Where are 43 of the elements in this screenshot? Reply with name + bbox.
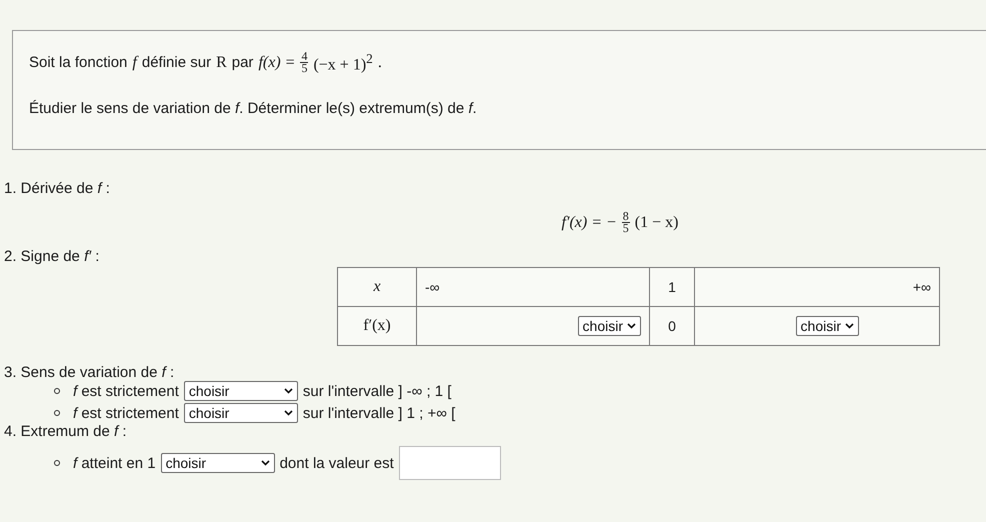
domain-symbol: R: [216, 54, 227, 72]
formula-text: (1 − x): [634, 214, 678, 232]
table-cell: 1: [668, 279, 676, 295]
choice-dropdown[interactable]: choisir: [160, 453, 275, 473]
answer-field[interactable]: [398, 446, 501, 480]
item-text: f est strictement: [73, 404, 179, 422]
caret-icon: [284, 410, 293, 416]
question-title: 1. Dérivée de f :: [4, 180, 110, 197]
statement-text: Soit la fonction: [29, 54, 128, 72]
fraction: 8 5: [622, 211, 630, 234]
bullet-icon: [54, 410, 60, 416]
formula-text: .: [378, 54, 382, 72]
question-title: 4. Extremum de f :: [4, 423, 127, 440]
caret-icon: [845, 323, 854, 329]
formula-text: f(x) =: [258, 54, 296, 72]
table-cell: x: [373, 278, 381, 295]
item-text: sur l'intervalle ] 1 ; +∞ [: [302, 404, 456, 422]
choice-dropdown[interactable]: choisir: [184, 381, 298, 401]
task-text: Étudier le sens de variation de f. Déterminer le(s) extremum(s) de f.: [29, 100, 477, 118]
table-cell: +∞: [912, 279, 931, 295]
caret-icon: [627, 323, 636, 329]
table-cell: f′(x): [363, 317, 391, 334]
choice-dropdown[interactable]: choisir: [796, 316, 859, 336]
question-title: 3. Sens de variation de f :: [4, 364, 174, 381]
statement-text: par: [232, 54, 254, 72]
item-text: dont la valeur est: [280, 454, 394, 472]
choice-dropdown[interactable]: choisir: [184, 403, 298, 423]
caret-icon: [260, 460, 270, 466]
formula-text: (−x + 1)$^{2}$: [313, 51, 373, 74]
table-cell: -∞: [425, 279, 440, 295]
fraction: 4 5: [300, 51, 308, 74]
caret-icon: [284, 388, 293, 394]
item-text: f atteint en 1: [73, 454, 156, 472]
choice-dropdown[interactable]: choisir: [578, 316, 641, 336]
function-symbol: f: [132, 54, 137, 72]
table-cell: 0: [668, 318, 676, 334]
statement-text: définie sur: [142, 54, 212, 72]
bullet-icon: [54, 388, 60, 394]
question-title: 2. Signe de f′ :: [4, 248, 100, 265]
formula-text: f′(x) = −: [562, 214, 617, 232]
item-text: sur l'intervalle ] -∞ ; 1 [: [302, 382, 452, 400]
bullet-icon: [54, 460, 60, 466]
item-text: f est strictement: [73, 382, 179, 400]
